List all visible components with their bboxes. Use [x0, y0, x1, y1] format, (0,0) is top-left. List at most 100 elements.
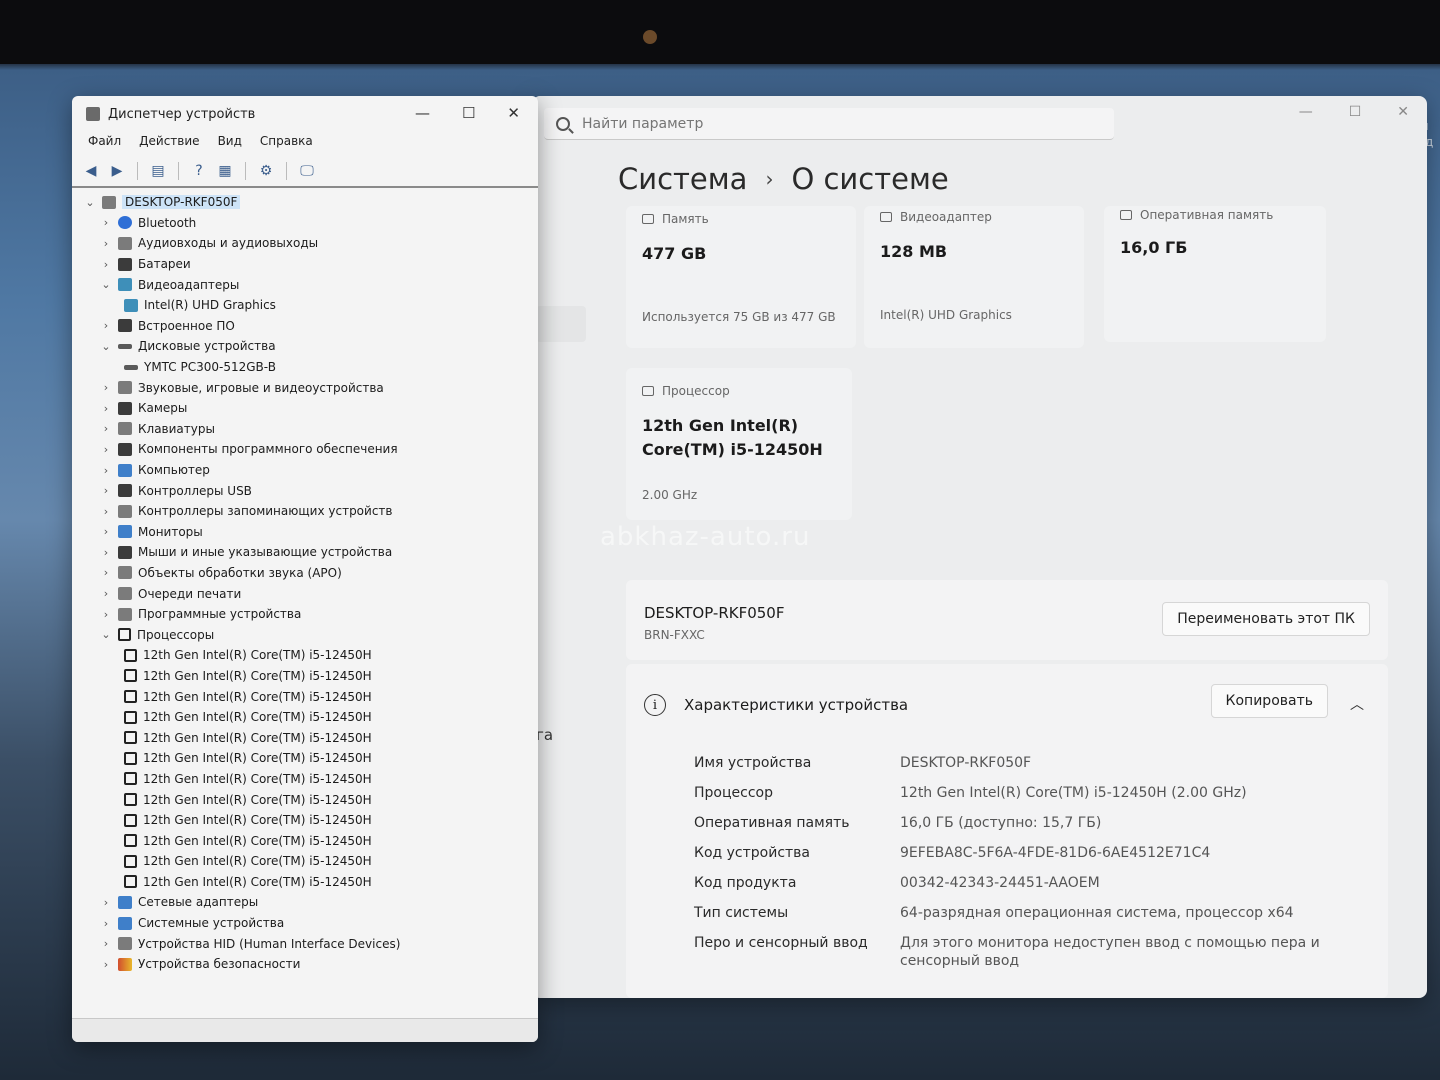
chevron-down-icon[interactable]: ⌄: [98, 340, 114, 353]
processor-icon: [124, 669, 137, 683]
minimize-icon[interactable]: —: [1299, 104, 1313, 120]
tree-item-processor[interactable]: 12th Gen Intel(R) Core(TM) i5-12450H: [82, 666, 532, 687]
tree-item-apo[interactable]: › Объекты обработки звука (APO): [82, 563, 532, 584]
menu-file[interactable]: Файл: [88, 134, 121, 148]
tree-item-ssd[interactable]: YMTC PC300-512GB-B: [82, 357, 532, 378]
tree-item-processor[interactable]: 12th Gen Intel(R) Core(TM) i5-12450H: [82, 789, 532, 810]
monitor-icon[interactable]: 🖵: [298, 163, 316, 179]
tree-item-software-devices[interactable]: › Программные устройства: [82, 604, 532, 625]
chevron-right-icon[interactable]: ›: [98, 505, 114, 518]
scan-hardware-icon[interactable]: ⚙: [257, 163, 275, 179]
page-title: О системе: [791, 162, 949, 196]
tree-item-processor[interactable]: 12th Gen Intel(R) Core(TM) i5-12450H: [82, 810, 532, 831]
view-icon[interactable]: ▦: [216, 163, 234, 179]
chevron-down-icon[interactable]: ⌄: [98, 278, 114, 291]
tree-item-security[interactable]: › Устройства безопасности: [82, 954, 532, 975]
info-icon: i: [644, 694, 666, 716]
tree-item-cameras[interactable]: › Камеры: [82, 398, 532, 419]
chevron-right-icon[interactable]: ›: [98, 896, 114, 909]
tree-item-processors[interactable]: ⌄ Процессоры: [82, 624, 532, 645]
storage-card[interactable]: Память 477 GB Используется 75 GB из 477 …: [626, 206, 856, 348]
tree-item-gpu[interactable]: Intel(R) UHD Graphics: [82, 295, 532, 316]
rename-pc-button[interactable]: Переименовать этот ПК: [1162, 602, 1370, 636]
settings-search[interactable]: [544, 108, 1114, 140]
gpu-card[interactable]: Видеоадаптер 128 MB Intel(R) UHD Graphic…: [864, 206, 1084, 348]
ram-card[interactable]: Оперативная память 16,0 ГБ: [1104, 206, 1326, 342]
tree-item-hid[interactable]: › Устройства HID (Human Interface Devices…: [82, 933, 532, 954]
back-arrow-icon[interactable]: ◀: [82, 163, 100, 179]
chevron-right-icon[interactable]: ›: [98, 319, 114, 332]
tree-root[interactable]: ⌄ DESKTOP-RKF050F: [82, 192, 532, 213]
close-icon[interactable]: ✕: [1397, 104, 1409, 120]
chevron-right-icon[interactable]: ›: [98, 587, 114, 600]
chevron-down-icon[interactable]: ⌄: [82, 196, 98, 209]
tree-item-processor[interactable]: 12th Gen Intel(R) Core(TM) i5-12450H: [82, 686, 532, 707]
close-icon[interactable]: ✕: [507, 104, 520, 122]
disk-drive-icon: [118, 343, 132, 349]
chevron-right-icon[interactable]: ›: [98, 237, 114, 250]
tree-item-keyboards[interactable]: › Клавиатуры: [82, 419, 532, 440]
chevron-right-icon[interactable]: ›: [98, 958, 114, 971]
tree-item-bluetooth[interactable]: › Bluetooth: [82, 213, 532, 234]
tree-item-firmware[interactable]: › Встроенное ПО: [82, 316, 532, 337]
tree-item-display-adapters[interactable]: ⌄ Видеоадаптеры: [82, 274, 532, 295]
tree-item-software-components[interactable]: › Компоненты программного обеспечения: [82, 439, 532, 460]
chevron-right-icon[interactable]: ›: [98, 484, 114, 497]
minimize-icon[interactable]: —: [415, 104, 430, 122]
tree-item-processor[interactable]: 12th Gen Intel(R) Core(TM) i5-12450H: [82, 707, 532, 728]
spec-value: 9EFEBA8C-5F6A-4FDE-81D6-6AE4512E71C4: [900, 845, 1211, 861]
maximize-icon[interactable]: ☐: [462, 104, 475, 122]
chevron-right-icon[interactable]: ›: [98, 443, 114, 456]
tree-item-usb[interactable]: › Контроллеры USB: [82, 480, 532, 501]
chevron-right-icon[interactable]: ›: [98, 566, 114, 579]
tree-item-monitors[interactable]: › Мониторы: [82, 522, 532, 543]
chevron-right-icon[interactable]: ›: [98, 381, 114, 394]
chevron-right-icon[interactable]: ›: [98, 402, 114, 415]
chevron-right-icon[interactable]: ›: [98, 464, 114, 477]
properties-icon[interactable]: ▤: [149, 163, 167, 179]
breadcrumb-parent[interactable]: Система: [618, 162, 747, 196]
tree-item-label: Контроллеры USB: [138, 483, 252, 498]
chevron-right-icon: ›: [765, 167, 774, 191]
tree-item-processor[interactable]: 12th Gen Intel(R) Core(TM) i5-12450H: [82, 645, 532, 666]
chevron-right-icon[interactable]: ›: [98, 546, 114, 559]
chevron-right-icon[interactable]: ›: [98, 608, 114, 621]
copy-button[interactable]: Копировать: [1210, 684, 1328, 718]
tree-item-processor[interactable]: 12th Gen Intel(R) Core(TM) i5-12450H: [82, 872, 532, 893]
menu-view[interactable]: Вид: [218, 134, 242, 148]
tree-item-processor[interactable]: 12th Gen Intel(R) Core(TM) i5-12450H: [82, 851, 532, 872]
cpu-card[interactable]: Процессор 12th Gen Intel(R) Core(TM) i5-…: [626, 368, 852, 520]
tree-item-sound[interactable]: › Звуковые, игровые и видеоустройства: [82, 377, 532, 398]
chevron-right-icon[interactable]: ›: [98, 422, 114, 435]
tree-item-batteries[interactable]: › Батареи: [82, 254, 532, 275]
tree-item-processor[interactable]: 12th Gen Intel(R) Core(TM) i5-12450H: [82, 748, 532, 769]
tree-item-network[interactable]: › Сетевые адаптеры: [82, 892, 532, 913]
chevron-right-icon[interactable]: ›: [98, 525, 114, 538]
tree-item-mice[interactable]: › Мыши и иные указывающие устройства: [82, 542, 532, 563]
tree-item-label: Контроллеры запоминающих устройств: [138, 504, 393, 519]
chevron-right-icon[interactable]: ›: [98, 258, 114, 271]
tree-item-audio-io[interactable]: › Аудиовходы и аудиовыходы: [82, 233, 532, 254]
chevron-up-icon[interactable]: ︿: [1350, 694, 1364, 714]
chevron-right-icon[interactable]: ›: [98, 917, 114, 930]
tree-item-system-devices[interactable]: › Системные устройства: [82, 913, 532, 934]
chevron-right-icon[interactable]: ›: [98, 937, 114, 950]
spec-row: Тип системы 64-разрядная операционная сис…: [694, 904, 1354, 922]
menu-action[interactable]: Действие: [139, 134, 199, 148]
tree-item-print-queues[interactable]: › Очереди печати: [82, 583, 532, 604]
menu-help[interactable]: Справка: [260, 134, 313, 148]
specs-header[interactable]: i Характеристики устройства: [644, 694, 908, 716]
maximize-icon[interactable]: ☐: [1349, 104, 1362, 120]
help-icon[interactable]: ?: [190, 163, 208, 179]
forward-arrow-icon[interactable]: ▶: [108, 163, 126, 179]
tree-item-processor[interactable]: 12th Gen Intel(R) Core(TM) i5-12450H: [82, 727, 532, 748]
tree-item-disk-drives[interactable]: ⌄ Дисковые устройства: [82, 336, 532, 357]
chevron-right-icon[interactable]: ›: [98, 216, 114, 229]
tree-item-computer[interactable]: › Компьютер: [82, 460, 532, 481]
mouse-icon: [118, 545, 132, 559]
tree-item-processor[interactable]: 12th Gen Intel(R) Core(TM) i5-12450H: [82, 830, 532, 851]
search-input[interactable]: [582, 115, 1082, 132]
chevron-down-icon[interactable]: ⌄: [98, 628, 114, 641]
tree-item-storage-controllers[interactable]: › Контроллеры запоминающих устройств: [82, 501, 532, 522]
tree-item-processor[interactable]: 12th Gen Intel(R) Core(TM) i5-12450H: [82, 769, 532, 790]
